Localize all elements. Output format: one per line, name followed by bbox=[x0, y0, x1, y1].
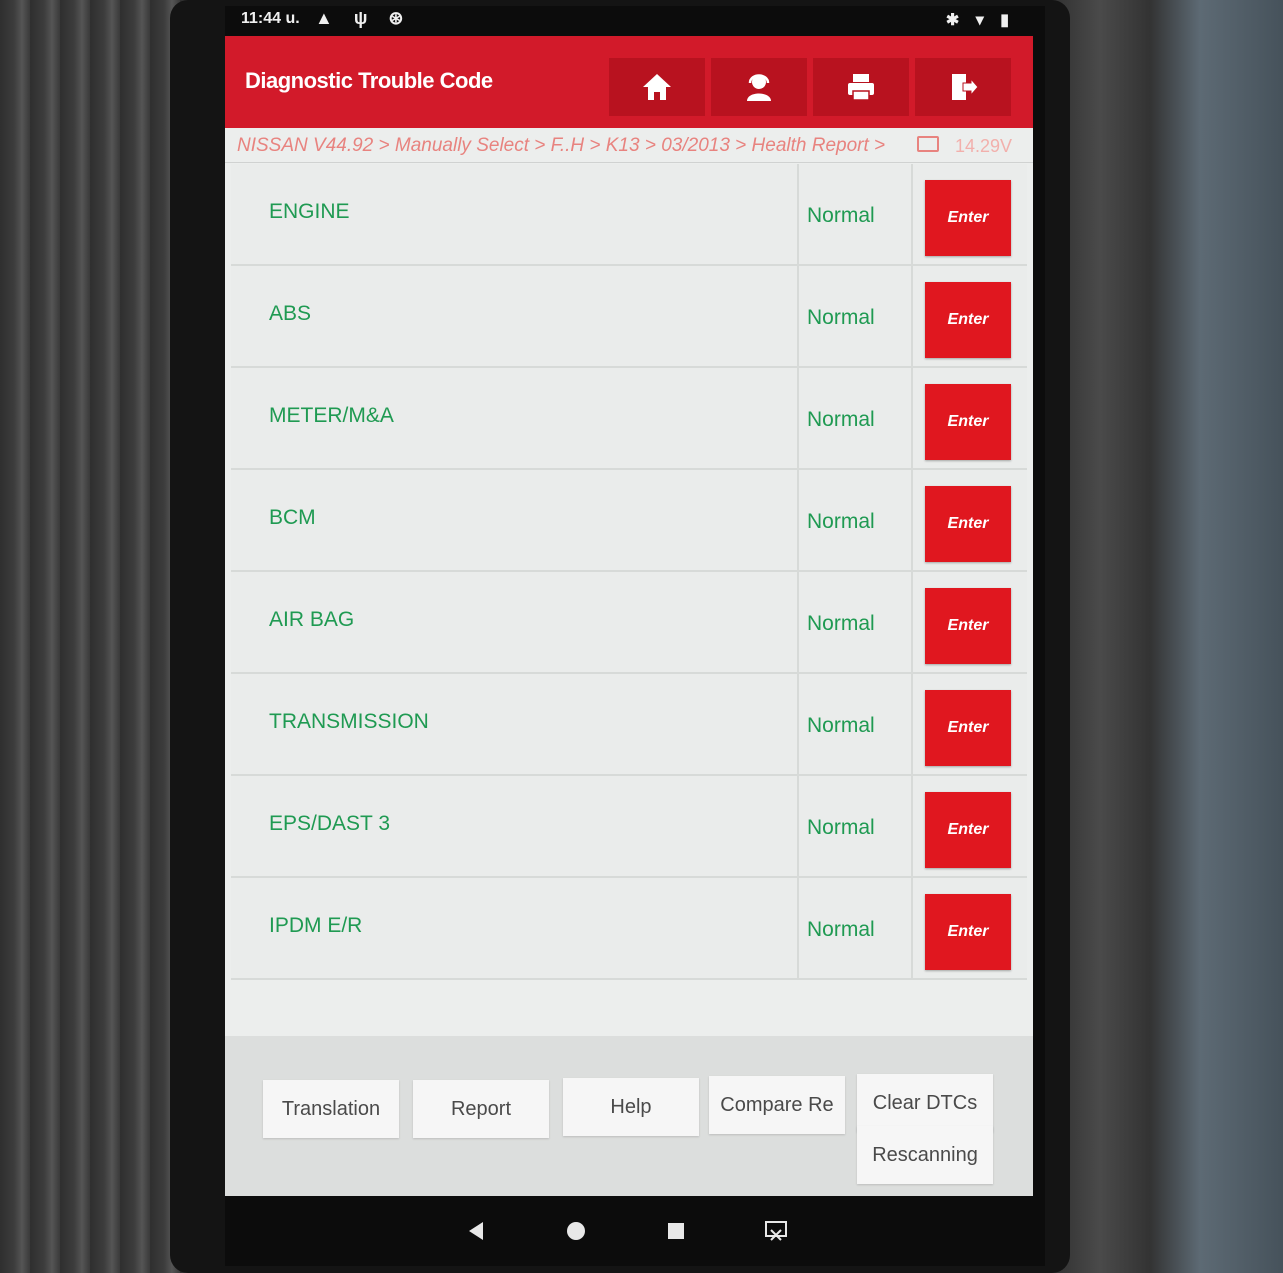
system-status-cell: Normal bbox=[799, 470, 913, 570]
tablet-screen: 11:44 u. ▲ ψ ⊛ ✱ ▾ ▮ Diagnostic Trouble … bbox=[225, 6, 1045, 1266]
system-name: AIR BAG bbox=[269, 608, 355, 631]
back-icon[interactable] bbox=[461, 1216, 491, 1246]
home-icon bbox=[643, 74, 671, 100]
app-window: Diagnostic Trouble Code NISSAN V44.92 > … bbox=[225, 36, 1033, 1196]
android-nav-bar bbox=[225, 1196, 1045, 1266]
home-button[interactable] bbox=[609, 58, 705, 116]
system-status-cell: Normal bbox=[799, 164, 913, 264]
screenshot-icon[interactable] bbox=[761, 1216, 791, 1246]
enter-button[interactable]: Enter bbox=[925, 894, 1011, 970]
system-status: Normal bbox=[807, 204, 875, 227]
status-notification-icons: ▲ ψ ⊛ bbox=[315, 8, 412, 28]
enter-button[interactable]: Enter bbox=[925, 180, 1011, 256]
compare-report-button[interactable]: Compare Re bbox=[709, 1076, 845, 1134]
system-name-cell: METER/M&A bbox=[231, 368, 799, 468]
system-name: ABS bbox=[269, 302, 312, 325]
system-name: EPS/DAST 3 bbox=[269, 812, 390, 835]
print-button[interactable] bbox=[813, 58, 909, 116]
system-status: Normal bbox=[807, 714, 875, 737]
system-row: METER/M&A Normal Enter bbox=[231, 368, 1027, 470]
status-time: 11:44 u. bbox=[241, 10, 300, 27]
system-name: BCM bbox=[269, 506, 316, 529]
title-bar: Diagnostic Trouble Code bbox=[225, 36, 1033, 128]
system-name-cell: AIR BAG bbox=[231, 572, 799, 672]
enter-button[interactable]: Enter bbox=[925, 282, 1011, 358]
system-row: ABS Normal Enter bbox=[231, 266, 1027, 368]
system-status: Normal bbox=[807, 612, 875, 635]
voltage-readout: 14.29V bbox=[955, 136, 1013, 156]
rescanning-button[interactable]: Rescanning bbox=[857, 1126, 993, 1184]
status-bar: 11:44 u. ▲ ψ ⊛ ✱ ▾ ▮ bbox=[225, 6, 1045, 36]
system-status: Normal bbox=[807, 816, 875, 839]
exit-button[interactable] bbox=[915, 58, 1011, 116]
system-status: Normal bbox=[807, 510, 875, 533]
system-name-cell: BCM bbox=[231, 470, 799, 570]
enter-button[interactable]: Enter bbox=[925, 486, 1011, 562]
status-system-icons: ✱ ▾ ▮ bbox=[945, 12, 1015, 29]
system-status-cell: Normal bbox=[799, 878, 913, 978]
help-button[interactable]: Help bbox=[563, 1078, 699, 1136]
system-row: TRANSMISSION Normal Enter bbox=[231, 674, 1027, 776]
system-list: ENGINE Normal Enter ABS Normal Enter MET… bbox=[231, 164, 1027, 980]
enter-button[interactable]: Enter bbox=[925, 384, 1011, 460]
system-status-cell: Normal bbox=[799, 572, 913, 672]
system-row: IPDM E/R Normal Enter bbox=[231, 878, 1027, 980]
system-status-cell: Normal bbox=[799, 776, 913, 876]
device-case-right bbox=[1040, 0, 1283, 1273]
system-row: BCM Normal Enter bbox=[231, 470, 1027, 572]
system-status-cell: Normal bbox=[799, 368, 913, 468]
system-name-cell: ENGINE bbox=[231, 164, 799, 264]
page-title: Diagnostic Trouble Code bbox=[245, 68, 493, 93]
enter-button[interactable]: Enter bbox=[925, 588, 1011, 664]
clear-dtcs-button[interactable]: Clear DTCs bbox=[857, 1074, 993, 1132]
system-name: TRANSMISSION bbox=[269, 710, 429, 733]
system-name: IPDM E/R bbox=[269, 914, 363, 937]
report-button[interactable]: Report bbox=[413, 1080, 549, 1138]
system-name: METER/M&A bbox=[269, 404, 394, 427]
system-status-cell: Normal bbox=[799, 266, 913, 366]
printer-icon bbox=[848, 74, 874, 101]
battery-icon bbox=[917, 136, 939, 152]
system-name: ENGINE bbox=[269, 200, 350, 223]
support-button[interactable] bbox=[711, 58, 807, 116]
system-status: Normal bbox=[807, 306, 875, 329]
system-row: AIR BAG Normal Enter bbox=[231, 572, 1027, 674]
system-status: Normal bbox=[807, 918, 875, 941]
bottom-toolbar: Translation Report Help Compare Re Clear… bbox=[225, 1036, 1033, 1196]
system-name-cell: EPS/DAST 3 bbox=[231, 776, 799, 876]
system-name-cell: ABS bbox=[231, 266, 799, 366]
system-name-cell: TRANSMISSION bbox=[231, 674, 799, 774]
translation-button[interactable]: Translation bbox=[263, 1080, 399, 1138]
system-name-cell: IPDM E/R bbox=[231, 878, 799, 978]
system-row: ENGINE Normal Enter bbox=[231, 164, 1027, 266]
system-status: Normal bbox=[807, 408, 875, 431]
exit-icon bbox=[952, 74, 979, 100]
enter-button[interactable]: Enter bbox=[925, 690, 1011, 766]
system-status-cell: Normal bbox=[799, 674, 913, 774]
breadcrumb: NISSAN V44.92 > Manually Select > F..H >… bbox=[225, 128, 1033, 163]
home-nav-icon[interactable] bbox=[561, 1216, 591, 1246]
breadcrumb-path[interactable]: NISSAN V44.92 > Manually Select > F..H >… bbox=[237, 135, 885, 157]
enter-button[interactable]: Enter bbox=[925, 792, 1011, 868]
system-row: EPS/DAST 3 Normal Enter bbox=[231, 776, 1027, 878]
recents-icon[interactable] bbox=[661, 1216, 691, 1246]
person-icon bbox=[747, 74, 771, 101]
